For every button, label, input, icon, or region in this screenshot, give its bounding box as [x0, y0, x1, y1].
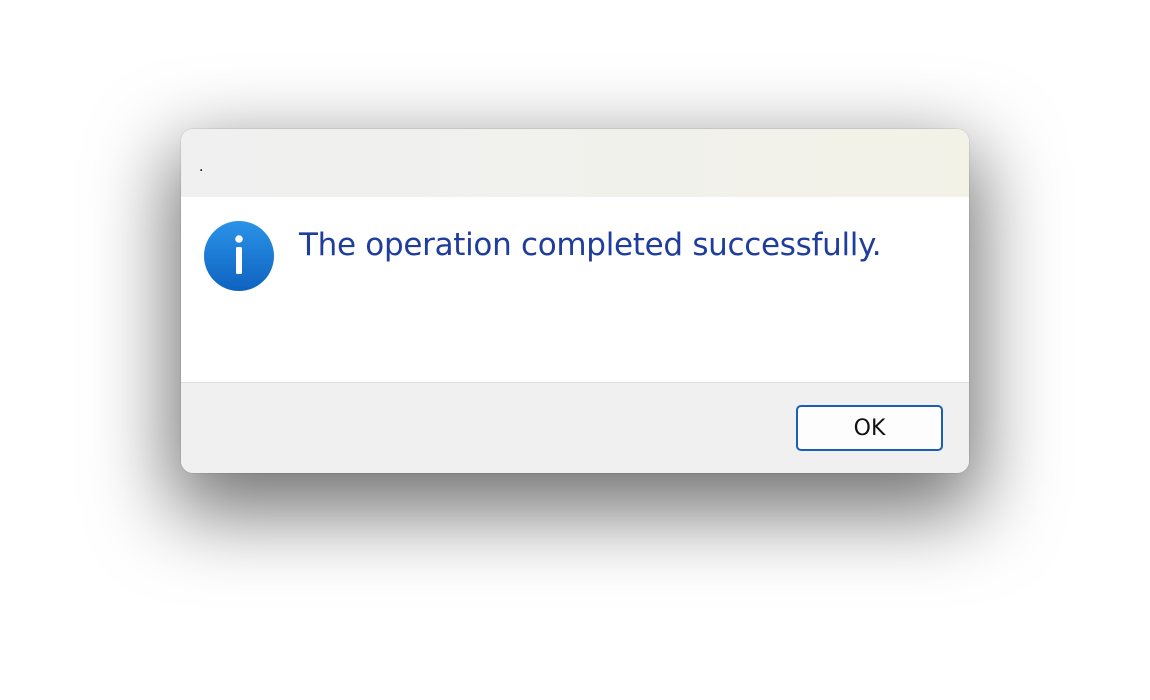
- dialog-footer: OK: [181, 382, 969, 473]
- info-icon: [203, 220, 275, 292]
- dialog-message: The operation completed successfully.: [299, 227, 882, 263]
- message-dialog: . The operation completed successfully.: [181, 129, 969, 473]
- desktop-background: . The operation completed successfully.: [0, 0, 1150, 700]
- dialog-title: .: [199, 159, 204, 175]
- ok-button[interactable]: OK: [796, 405, 943, 451]
- dialog-content: The operation completed successfully.: [181, 197, 969, 382]
- dialog-titlebar[interactable]: .: [181, 129, 969, 197]
